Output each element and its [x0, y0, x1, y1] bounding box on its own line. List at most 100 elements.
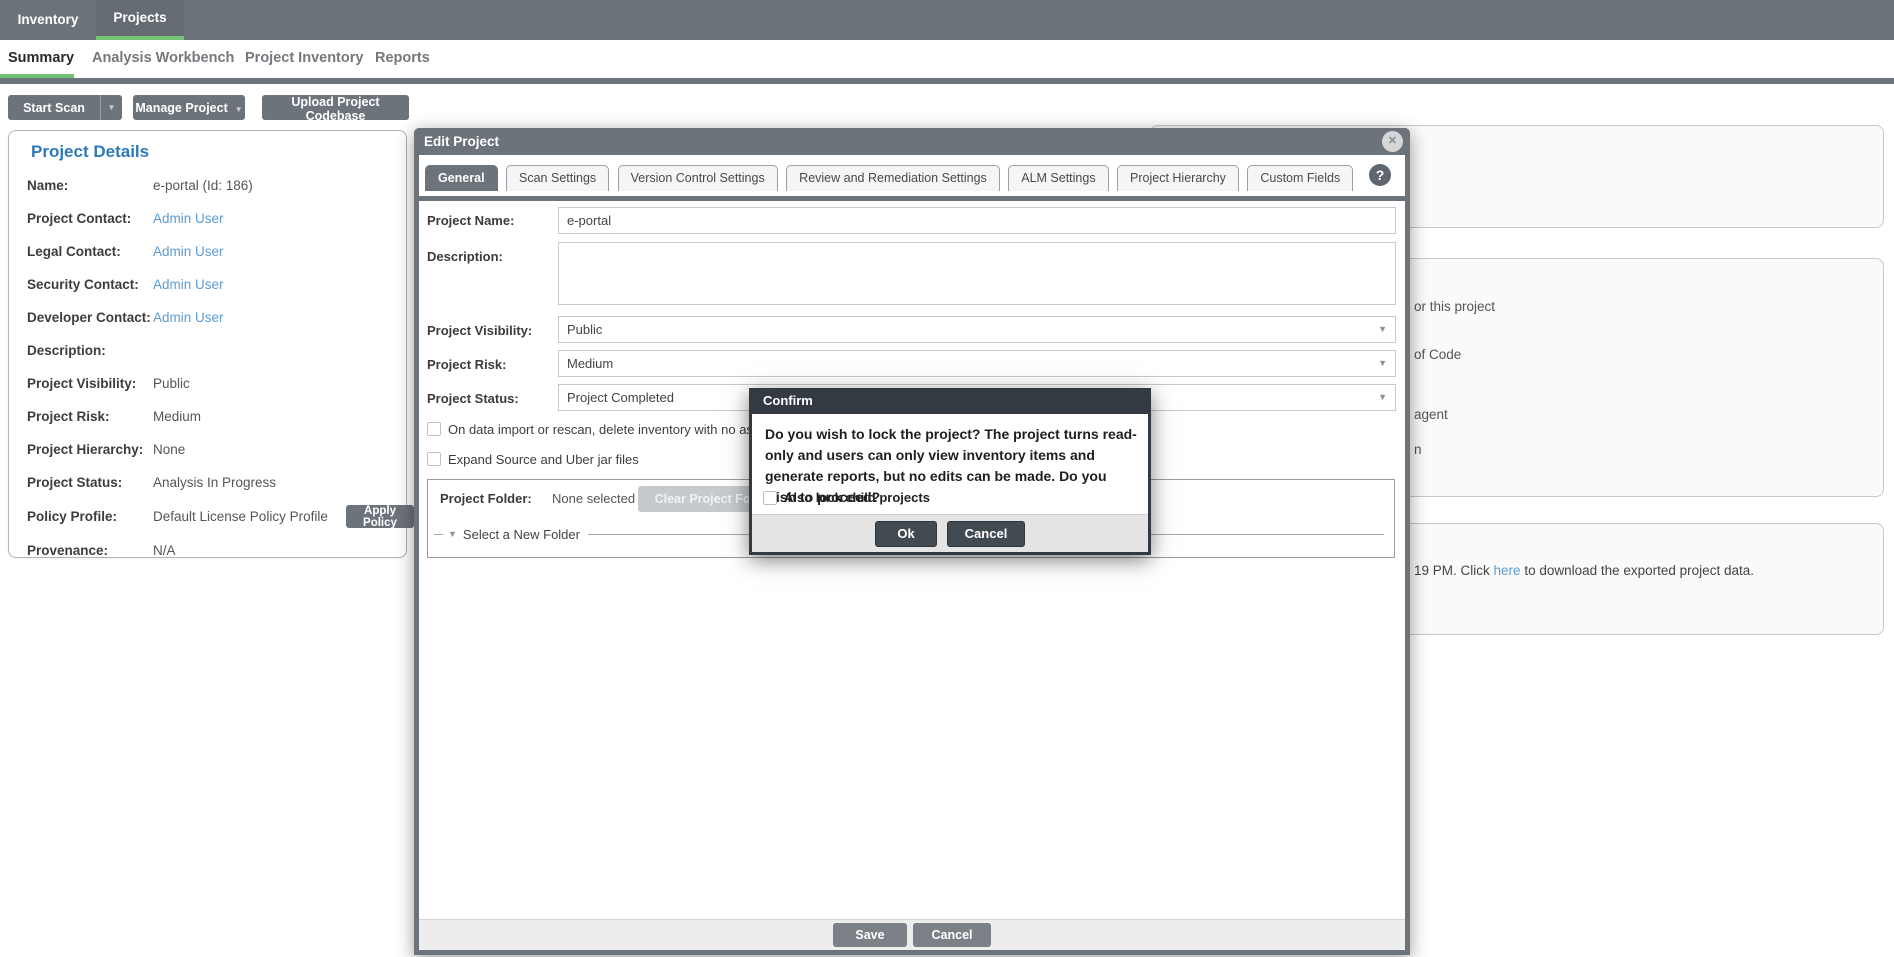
detail-row-description: Description: [27, 343, 399, 363]
tabstrip-underline [419, 196, 1405, 201]
clipped-text: n [1414, 442, 1422, 457]
subnav-tab-summary[interactable]: Summary [8, 40, 74, 78]
chevron-down-icon: ▼ [448, 529, 457, 539]
expand-source-checkbox[interactable] [427, 452, 441, 466]
delete-inventory-checkbox[interactable] [427, 422, 441, 436]
manage-project-button[interactable]: Manage Project ▼ [133, 95, 245, 120]
detail-label: Policy Profile: [27, 509, 117, 524]
chevron-down-icon: ▼ [1378, 351, 1387, 376]
detail-label: Project Visibility: [27, 376, 136, 391]
detail-row-developer-contact: Developer Contact: Admin User [27, 310, 399, 330]
detail-label: Project Status: [27, 475, 122, 490]
close-icon[interactable]: ✕ [1382, 131, 1403, 152]
topnav-tab-inventory[interactable]: Inventory [0, 0, 96, 40]
select-new-folder-label: Select a New Folder [463, 527, 580, 542]
expand-source-checkbox-row: Expand Source and Uber jar files [427, 450, 639, 468]
detail-label: Security Contact: [27, 277, 139, 292]
detail-value: Default License Policy Profile [153, 509, 328, 524]
project-contact-link[interactable]: Admin User [153, 211, 224, 226]
detail-row-provenance: Provenance: N/A [27, 543, 399, 563]
detail-value: Public [153, 376, 190, 391]
detail-label: Legal Contact: [27, 244, 121, 259]
security-contact-link[interactable]: Admin User [153, 277, 224, 292]
detail-label: Project Hierarchy: [27, 442, 143, 457]
project-visibility-select[interactable]: Public ▼ [558, 316, 1396, 343]
export-download-link[interactable]: here [1494, 563, 1521, 578]
confirm-dialog-title: Confirm [752, 388, 1148, 414]
detail-label: Project Risk: [27, 409, 110, 424]
project-risk-value: Medium [567, 356, 613, 371]
detail-value: Medium [153, 409, 201, 424]
tab-project-hierarchy[interactable]: Project Hierarchy [1117, 165, 1239, 191]
tab-custom-fields[interactable]: Custom Fields [1247, 165, 1353, 191]
subnav-tab-reports[interactable]: Reports [375, 40, 430, 78]
detail-row-name: Name: e-portal (Id: 186) [27, 178, 399, 198]
chevron-down-icon: ▼ [235, 105, 243, 114]
developer-contact-link[interactable]: Admin User [153, 310, 224, 325]
clipped-text: or this project [1414, 299, 1495, 314]
manage-project-label: Manage Project [135, 101, 227, 115]
apply-policy-button[interactable]: Apply Policy [346, 505, 414, 528]
lock-child-projects-checkbox[interactable] [763, 491, 777, 505]
delete-inventory-checkbox-row: On data import or rescan, delete invento… [427, 420, 753, 438]
start-scan-dropdown[interactable]: ▼ [100, 95, 122, 120]
tab-general[interactable]: General [425, 165, 498, 191]
help-icon[interactable]: ? [1369, 164, 1391, 186]
project-details-title: Project Details [31, 142, 149, 162]
project-folder-label: Project Folder: [440, 491, 532, 506]
topnav-tab-projects[interactable]: Projects [96, 0, 184, 40]
project-name-input[interactable] [558, 207, 1396, 234]
cancel-button[interactable]: Cancel [913, 923, 991, 947]
chevron-down-icon: ▼ [1378, 385, 1387, 410]
confirm-dialog-body: Do you wish to lock the project? The pro… [752, 414, 1148, 514]
ok-button[interactable]: Ok [875, 521, 937, 547]
export-note-prefix: 19 PM. Click [1414, 563, 1494, 578]
detail-row-project-contact: Project Contact: Admin User [27, 211, 399, 231]
legal-contact-link[interactable]: Admin User [153, 244, 224, 259]
expand-source-checkbox-label: Expand Source and Uber jar files [448, 452, 639, 467]
export-note-suffix: to download the exported project data. [1521, 563, 1754, 578]
project-details-panel: Project Details Name: e-portal (Id: 186)… [8, 130, 407, 558]
divider-strip [0, 78, 1894, 84]
project-folder-selected-value: None selected [552, 491, 635, 506]
detail-row-hierarchy: Project Hierarchy: None [27, 442, 399, 462]
subnav-tab-analysis-workbench[interactable]: Analysis Workbench [92, 40, 234, 78]
detail-value: e-portal (Id: 186) [153, 178, 253, 193]
detail-label: Developer Contact: [27, 310, 151, 325]
edit-project-modal-title: Edit Project [424, 128, 499, 155]
start-scan-label[interactable]: Start Scan [8, 95, 100, 120]
tab-scan-settings[interactable]: Scan Settings [506, 165, 609, 191]
detail-label: Project Contact: [27, 211, 131, 226]
subnav-tab-project-inventory[interactable]: Project Inventory [245, 40, 363, 78]
lock-child-projects-label: Also lock child projects [784, 490, 930, 505]
secondary-navigation: Summary Analysis Workbench Project Inven… [0, 40, 1894, 78]
confirm-dialog-footer: Ok Cancel [752, 514, 1148, 552]
description-label: Description: [427, 249, 503, 264]
detail-row-policy-profile: Policy Profile: Default License Policy P… [27, 509, 399, 529]
description-textarea[interactable] [558, 242, 1396, 305]
detail-value: Analysis In Progress [153, 475, 276, 490]
project-visibility-label: Project Visibility: [427, 323, 532, 338]
tab-review-remediation-settings[interactable]: Review and Remediation Settings [786, 165, 1000, 191]
project-risk-select[interactable]: Medium ▼ [558, 350, 1396, 377]
detail-row-security-contact: Security Contact: Admin User [27, 277, 399, 297]
lock-child-projects-row: Also lock child projects [763, 490, 930, 505]
chevron-down-icon: ▼ [108, 103, 116, 112]
project-status-label: Project Status: [427, 391, 519, 406]
detail-label: Description: [27, 343, 106, 358]
tab-alm-settings[interactable]: ALM Settings [1008, 165, 1108, 191]
detail-value: None [153, 442, 185, 457]
start-scan-button[interactable]: Start Scan ▼ [8, 95, 122, 120]
tab-version-control-settings[interactable]: Version Control Settings [618, 165, 778, 191]
upload-project-codebase-button[interactable]: Upload Project Codebase [262, 95, 409, 120]
save-button[interactable]: Save [833, 923, 907, 947]
detail-row-risk: Project Risk: Medium [27, 409, 399, 429]
detail-row-legal-contact: Legal Contact: Admin User [27, 244, 399, 264]
project-visibility-value: Public [567, 322, 602, 337]
detail-row-visibility: Project Visibility: Public [27, 376, 399, 396]
detail-row-status: Project Status: Analysis In Progress [27, 475, 399, 495]
project-risk-label: Project Risk: [427, 357, 506, 372]
top-navigation-bar: Inventory Projects [0, 0, 1894, 40]
confirm-cancel-button[interactable]: Cancel [947, 521, 1025, 547]
detail-label: Name: [27, 178, 68, 193]
